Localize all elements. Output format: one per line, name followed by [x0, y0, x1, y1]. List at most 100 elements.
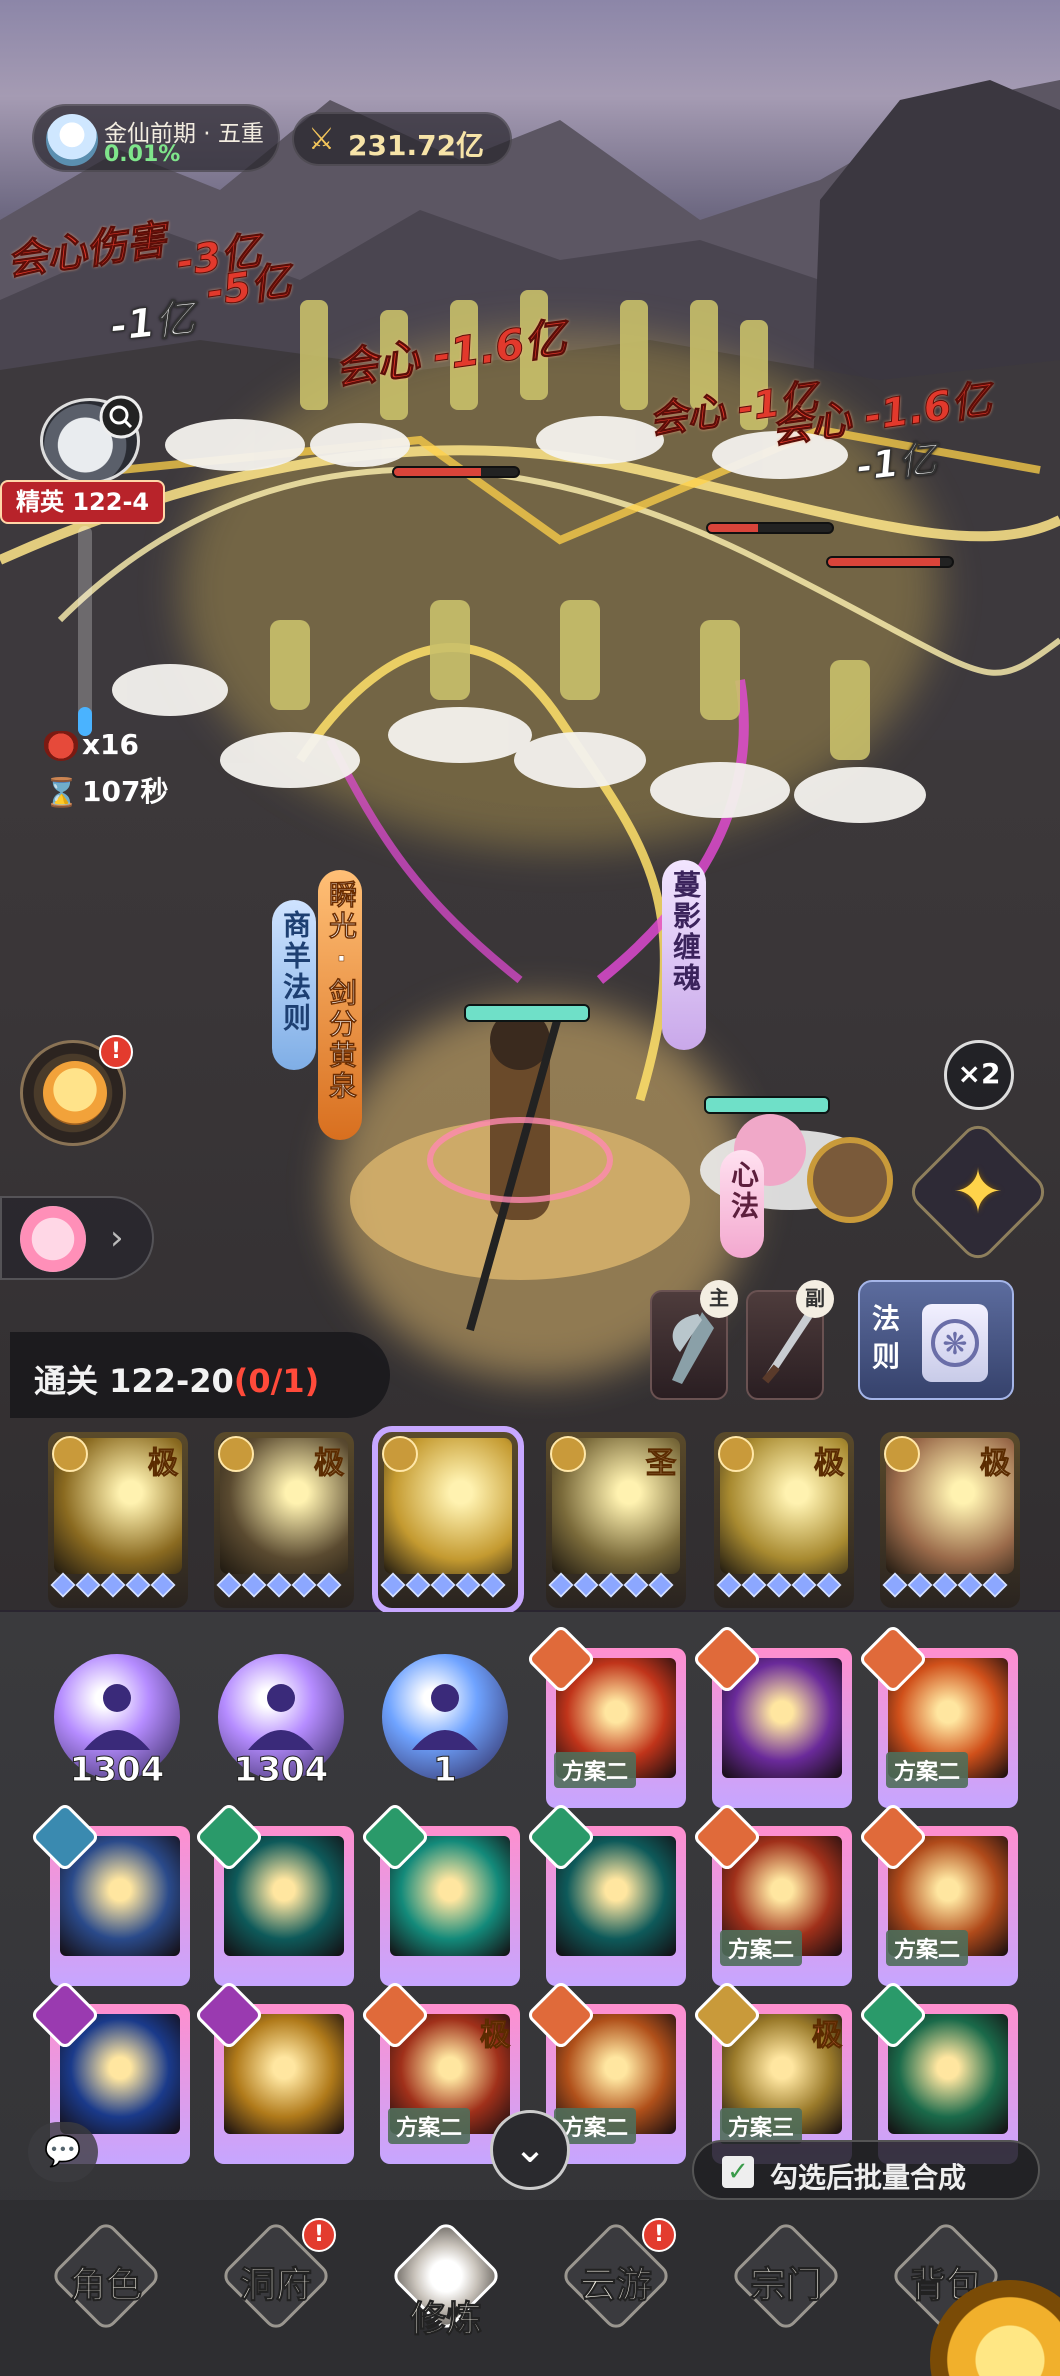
sword-icon [762, 1312, 812, 1384]
nav-item-label: 修炼 [409, 2299, 482, 2341]
chat-bubble-icon: 💬 [44, 2134, 82, 2169]
skill-banner: 蔓影缠魂 [662, 860, 706, 1050]
damage-number: -1亿 [108, 295, 198, 351]
crossed-swords-icon: ⚔ [308, 122, 335, 157]
sword-type-icon [382, 1436, 418, 1472]
clear-progress-bar[interactable]: 通关 122-20(0/1) [10, 1332, 390, 1418]
nav-item[interactable]: 洞府! [206, 2218, 346, 2350]
skill-grade: 极 [814, 1446, 845, 1482]
sword-type-icon [718, 1436, 754, 1472]
clear-progress-text: 通关 122-20(0/1) [34, 1356, 319, 1402]
skill-star-gems [716, 1572, 850, 1604]
stage-timer: ⌛ 107秒 [44, 770, 168, 810]
demon-head-icon [44, 731, 78, 761]
search-icon [99, 395, 143, 439]
skill-card[interactable] [193, 1979, 354, 2164]
hourglass-icon: ⌛ [44, 776, 79, 809]
nav-item-label: 洞府 [239, 2265, 312, 2307]
law-card-button[interactable]: 法则 ❋ [858, 1280, 1014, 1400]
nav-item[interactable]: 修炼 [376, 2219, 516, 2350]
card-plan-label: 方案三 [720, 2108, 803, 2144]
nav-item[interactable]: 角色 [36, 2219, 176, 2350]
card-plan-label: 方案二 [886, 1752, 969, 1788]
pet-hp-bar [704, 1096, 830, 1114]
sub-weapon-slot[interactable]: 副 [746, 1280, 834, 1400]
card-grade: 极 [480, 2018, 511, 2054]
card-plan-label: 方案二 [388, 2108, 471, 2144]
skill-card[interactable]: 方案二 [857, 1801, 1018, 1986]
sword-type-icon [884, 1436, 920, 1472]
stage-timer-value: 107秒 [82, 775, 169, 808]
skill-card[interactable]: 方案二 [525, 1623, 686, 1808]
player-hp-bar [464, 1004, 590, 1022]
skill-slot[interactable]: 极 [214, 1432, 354, 1608]
damage-number: -1亿 [854, 436, 939, 490]
skill-card[interactable] [691, 1623, 852, 1808]
batch-merge-label: 勾选后批量合成 [770, 2161, 967, 2194]
orb-count: 1304 [233, 1750, 329, 1791]
notification-badge: ! [99, 1035, 133, 1069]
nav-item[interactable]: 宗门 [716, 2219, 856, 2350]
skill-banner: 瞬光·剑分黄泉 [318, 870, 362, 1140]
skill-card[interactable]: 方案二 [857, 1623, 1018, 1808]
chevron-down-icon: ⌄ [513, 2126, 547, 2172]
speed-toggle-button[interactable]: ×2 [944, 1040, 1014, 1110]
main-weapon-tag: 主 [700, 1280, 738, 1318]
skill-slot[interactable]: 极 [48, 1432, 188, 1608]
enemy-hp-bar [706, 522, 834, 534]
nav-item[interactable]: 云游! [546, 2218, 686, 2350]
skill-star-gems [50, 1572, 184, 1604]
realm-progress: 0.01% [104, 142, 181, 167]
stage-progress-track [78, 526, 92, 736]
kill-multiplier-value: x16 [82, 728, 140, 761]
chat-button[interactable]: 💬 [28, 2122, 98, 2182]
main-weapon-slot[interactable]: 主 [650, 1280, 738, 1400]
skill-grade: 圣 [646, 1446, 677, 1482]
svg-text:❋: ❋ [942, 1327, 967, 1362]
skill-card[interactable]: 方案二 [691, 1801, 852, 1986]
star-icon: ✦ [952, 1155, 1004, 1228]
skill-grade: 极 [148, 1446, 179, 1482]
chevron-right-icon: › [110, 1218, 124, 1258]
skill-banner: 心法 [720, 1150, 764, 1258]
sub-weapon-tag: 副 [796, 1280, 834, 1318]
boss-avatar[interactable] [40, 395, 143, 484]
pet-button[interactable]: › [0, 1196, 154, 1280]
pet-avatar [20, 1206, 86, 1272]
sword-type-icon [218, 1436, 254, 1472]
kill-multiplier: x16 [44, 728, 139, 761]
orb-count: 1 [433, 1750, 458, 1791]
clear-count: (0/1) [233, 1362, 320, 1400]
stage-badge: 精英 122-4 [0, 480, 166, 524]
batch-merge-checkbox[interactable]: ✓ [722, 2156, 754, 2188]
card-plan-label: 方案二 [554, 1752, 637, 1788]
combat-power-panel[interactable]: ⚔ 231.72亿 [292, 112, 512, 166]
notification-badge: ! [302, 2218, 336, 2252]
skill-card[interactable] [29, 1801, 190, 1986]
skill-slot[interactable]: 极 [714, 1432, 854, 1608]
notification-badge: ! [642, 2218, 676, 2252]
skill-star-gems [882, 1572, 1016, 1604]
combat-power-value: 231.72亿 [348, 129, 485, 162]
skill-slot[interactable]: 圣 [546, 1432, 686, 1608]
realm-panel[interactable]: 金仙前期 · 五重 0.01% [32, 104, 280, 172]
nav-item-label: 角色 [69, 2265, 142, 2307]
nav-item-label: 宗门 [749, 2265, 822, 2307]
skill-slot[interactable] [372, 1426, 524, 1614]
skill-card[interactable] [525, 1801, 686, 1986]
skill-slot[interactable]: 极 [880, 1432, 1020, 1608]
nav-item-label: 云游 [579, 2265, 652, 2307]
card-grade: 极 [812, 2018, 843, 2054]
clear-stage-label: 通关 122-20 [34, 1362, 234, 1400]
sword-type-icon [52, 1436, 88, 1472]
treasure-bag-button[interactable]: ! [20, 1035, 133, 1146]
sword-type-icon [550, 1436, 586, 1472]
skill-banner: 商羊法则 [272, 900, 316, 1070]
card-plan-label: 方案二 [720, 1930, 803, 1966]
snowflake-icon: ❋ [922, 1304, 988, 1382]
collapse-button[interactable]: ⌄ [490, 2110, 570, 2190]
batch-merge-toggle[interactable]: ✓ 勾选后批量合成 [692, 2140, 1040, 2200]
player-avatar [46, 114, 98, 166]
skill-card[interactable] [193, 1801, 354, 1986]
skill-card[interactable] [359, 1801, 520, 1986]
